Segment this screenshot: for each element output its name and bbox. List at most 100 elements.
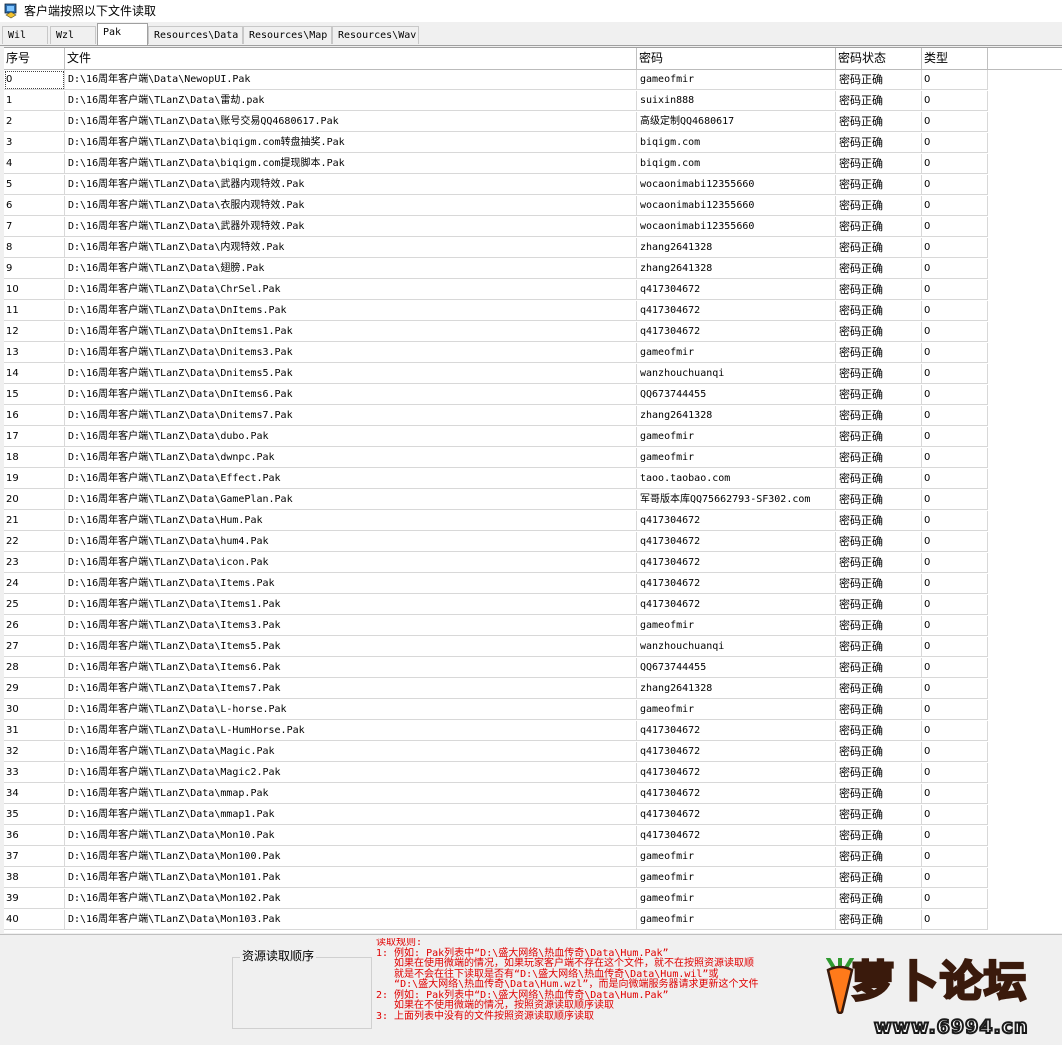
table-row[interactable]: 3 D:\16周年客户端\TLanZ\Data\biqigm.com转盘抽奖.Pa… [4, 133, 1062, 154]
row-password-status: 密码正确 [836, 469, 922, 489]
table-row[interactable]: 16 D:\16周年客户端\TLanZ\Data\Dnitems7.Pak zhan… [4, 406, 1062, 427]
table-row[interactable]: 9 D:\16周年客户端\TLanZ\Data\翅膀.Pak zhang264132… [4, 259, 1062, 280]
row-password-status: 密码正确 [836, 259, 922, 279]
row-password: 军哥版本库QQ75662793-SF302.com [637, 490, 836, 510]
row-password: q417304672 [637, 826, 836, 846]
table-row[interactable]: 18 D:\16周年客户端\TLanZ\Data\dwnpc.Pak gameofm… [4, 448, 1062, 469]
table-row[interactable]: 32 D:\16周年客户端\TLanZ\Data\Magic.Pak q417304… [4, 742, 1062, 763]
table-row[interactable]: 29 D:\16周年客户端\TLanZ\Data\Items7.Pak zhang2… [4, 679, 1062, 700]
column-header-password[interactable]: 密码 [637, 48, 836, 69]
table-row[interactable]: 14 D:\16周年客户端\TLanZ\Data\Dnitems5.Pak wanz… [4, 364, 1062, 385]
row-index: 9 [4, 259, 65, 279]
row-index: 0 [4, 70, 65, 90]
row-password: q417304672 [637, 322, 836, 342]
table-row[interactable]: 30 D:\16周年客户端\TLanZ\Data\L-horse.Pak gameo… [4, 700, 1062, 721]
row-password: gameofmir [637, 868, 836, 888]
row-password: gameofmir [637, 889, 836, 909]
table-row[interactable]: 40 D:\16周年客户端\TLanZ\Data\Mon103.Pak gameof… [4, 910, 1062, 931]
table-row[interactable]: 8 D:\16周年客户端\TLanZ\Data\内观特效.Pak zhang2641… [4, 238, 1062, 259]
table-row[interactable]: 33 D:\16周年客户端\TLanZ\Data\Magic2.Pak q41730… [4, 763, 1062, 784]
row-password-status: 密码正确 [836, 238, 922, 258]
row-type: 0 [922, 700, 988, 720]
resource-order-list[interactable] [232, 957, 372, 1029]
table-row[interactable]: 12 D:\16周年客户端\TLanZ\Data\DnItems1.Pak q417… [4, 322, 1062, 343]
row-index: 40 [4, 910, 65, 930]
row-password: gameofmir [637, 910, 836, 930]
column-header-password-status[interactable]: 密码状态 [836, 48, 922, 69]
row-index: 39 [4, 889, 65, 909]
table-row[interactable]: 34 D:\16周年客户端\TLanZ\Data\mmap.Pak q4173046… [4, 784, 1062, 805]
row-index: 25 [4, 595, 65, 615]
row-file-path: D:\16周年客户端\TLanZ\Data\Items.Pak [65, 574, 637, 594]
table-row[interactable]: 13 D:\16周年客户端\TLanZ\Data\Dnitems3.Pak game… [4, 343, 1062, 364]
table-row[interactable]: 36 D:\16周年客户端\TLanZ\Data\Mon10.Pak q417304… [4, 826, 1062, 847]
row-password: QQ673744455 [637, 658, 836, 678]
table-row[interactable]: 10 D:\16周年客户端\TLanZ\Data\ChrSel.Pak q41730… [4, 280, 1062, 301]
table-row[interactable]: 4 D:\16周年客户端\TLanZ\Data\biqigm.com提现脚本.Pa… [4, 154, 1062, 175]
tab-resources-wav[interactable]: Resources\Wav [332, 26, 419, 44]
row-file-path: D:\16周年客户端\TLanZ\Data\hum4.Pak [65, 532, 637, 552]
table-row[interactable]: 19 D:\16周年客户端\TLanZ\Data\Effect.Pak taoo.t… [4, 469, 1062, 490]
row-file-path: D:\16周年客户端\TLanZ\Data\Mon102.Pak [65, 889, 637, 909]
row-password: q417304672 [637, 763, 836, 783]
row-index: 11 [4, 301, 65, 321]
table-row[interactable]: 17 D:\16周年客户端\TLanZ\Data\dubo.Pak gameofmi… [4, 427, 1062, 448]
row-file-path: D:\16周年客户端\TLanZ\Data\Mon10.Pak [65, 826, 637, 846]
table-row[interactable]: 7 D:\16周年客户端\TLanZ\Data\武器外观特效.Pak wocaoni… [4, 217, 1062, 238]
row-password-status: 密码正确 [836, 595, 922, 615]
table-row[interactable]: 24 D:\16周年客户端\TLanZ\Data\Items.Pak q417304… [4, 574, 1062, 595]
table-row[interactable]: 23 D:\16周年客户端\TLanZ\Data\icon.Pak q4173046… [4, 553, 1062, 574]
column-header-index[interactable]: 序号 [4, 48, 65, 69]
row-file-path: D:\16周年客户端\TLanZ\Data\Mon103.Pak [65, 910, 637, 930]
list-rows: 0 D:\16周年客户端\Data\NewopUI.Pak gameofmir 密码正… [4, 70, 1062, 931]
row-type: 0 [922, 70, 988, 90]
pak-file-list[interactable]: 序号 文件 密码 密码状态 类型 0 D:\16周年客户端\Data\NewopU… [4, 47, 1062, 933]
table-row[interactable]: 5 D:\16周年客户端\TLanZ\Data\武器内观特效.Pak wocaoni… [4, 175, 1062, 196]
tab-pak[interactable]: Pak [97, 23, 148, 45]
table-row[interactable]: 11 D:\16周年客户端\TLanZ\Data\DnItems.Pak q4173… [4, 301, 1062, 322]
tab-resources-data[interactable]: Resources\Data [148, 26, 243, 44]
row-file-path: D:\16周年客户端\TLanZ\Data\icon.Pak [65, 553, 637, 573]
tab-wzl[interactable]: Wzl [50, 26, 96, 44]
table-row[interactable]: 37 D:\16周年客户端\TLanZ\Data\Mon100.Pak gameof… [4, 847, 1062, 868]
row-type: 0 [922, 280, 988, 300]
table-row[interactable]: 21 D:\16周年客户端\TLanZ\Data\Hum.Pak q41730467… [4, 511, 1062, 532]
table-row[interactable]: 2 D:\16周年客户端\TLanZ\Data\账号交易QQ4680617.Pak… [4, 112, 1062, 133]
table-row[interactable]: 25 D:\16周年客户端\TLanZ\Data\Items1.Pak q41730… [4, 595, 1062, 616]
row-file-path: D:\16周年客户端\Data\NewopUI.Pak [65, 70, 637, 90]
table-row[interactable]: 22 D:\16周年客户端\TLanZ\Data\hum4.Pak q4173046… [4, 532, 1062, 553]
table-row[interactable]: 35 D:\16周年客户端\TLanZ\Data\mmap1.Pak q417304… [4, 805, 1062, 826]
row-type: 0 [922, 448, 988, 468]
row-password: gameofmir [637, 70, 836, 90]
table-row[interactable]: 1 D:\16周年客户端\TLanZ\Data\雷劫.pak suixin888 密码… [4, 91, 1062, 112]
table-row[interactable]: 6 D:\16周年客户端\TLanZ\Data\衣服内观特效.Pak wocaoni… [4, 196, 1062, 217]
row-index: 38 [4, 868, 65, 888]
table-row[interactable]: 27 D:\16周年客户端\TLanZ\Data\Items5.Pak wanzho… [4, 637, 1062, 658]
row-type: 0 [922, 91, 988, 111]
window-titlebar: 客户端按照以下文件读取 [0, 0, 1062, 22]
table-row[interactable]: 26 D:\16周年客户端\TLanZ\Data\Items3.Pak gameof… [4, 616, 1062, 637]
column-header-file[interactable]: 文件 [65, 48, 637, 69]
table-row[interactable]: 15 D:\16周年客户端\TLanZ\Data\DnItems6.Pak QQ67… [4, 385, 1062, 406]
table-row[interactable]: 39 D:\16周年客户端\TLanZ\Data\Mon102.Pak gameof… [4, 889, 1062, 910]
table-row[interactable]: 0 D:\16周年客户端\Data\NewopUI.Pak gameofmir 密码正… [4, 70, 1062, 91]
row-type: 0 [922, 385, 988, 405]
table-row[interactable]: 38 D:\16周年客户端\TLanZ\Data\Mon101.Pak gameof… [4, 868, 1062, 889]
row-type: 0 [922, 238, 988, 258]
tab-wil[interactable]: Wil [2, 26, 48, 44]
tab-resources-map[interactable]: Resources\Map [243, 26, 332, 44]
row-index: 27 [4, 637, 65, 657]
table-row[interactable]: 31 D:\16周年客户端\TLanZ\Data\L-HumHorse.Pak q4… [4, 721, 1062, 742]
column-header-type[interactable]: 类型 [922, 48, 988, 69]
row-password: wanzhouchuanqi [637, 364, 836, 384]
row-type: 0 [922, 217, 988, 237]
row-file-path: D:\16周年客户端\TLanZ\Data\Dnitems5.Pak [65, 364, 637, 384]
table-row[interactable]: 28 D:\16周年客户端\TLanZ\Data\Items6.Pak QQ6737… [4, 658, 1062, 679]
row-password: zhang2641328 [637, 259, 836, 279]
row-type: 0 [922, 574, 988, 594]
row-type: 0 [922, 427, 988, 447]
row-index: 37 [4, 847, 65, 867]
row-file-path: D:\16周年客户端\TLanZ\Data\biqigm.com转盘抽奖.Pak [65, 133, 637, 153]
row-password-status: 密码正确 [836, 91, 922, 111]
table-row[interactable]: 20 D:\16周年客户端\TLanZ\Data\GamePlan.Pak 军哥版本… [4, 490, 1062, 511]
